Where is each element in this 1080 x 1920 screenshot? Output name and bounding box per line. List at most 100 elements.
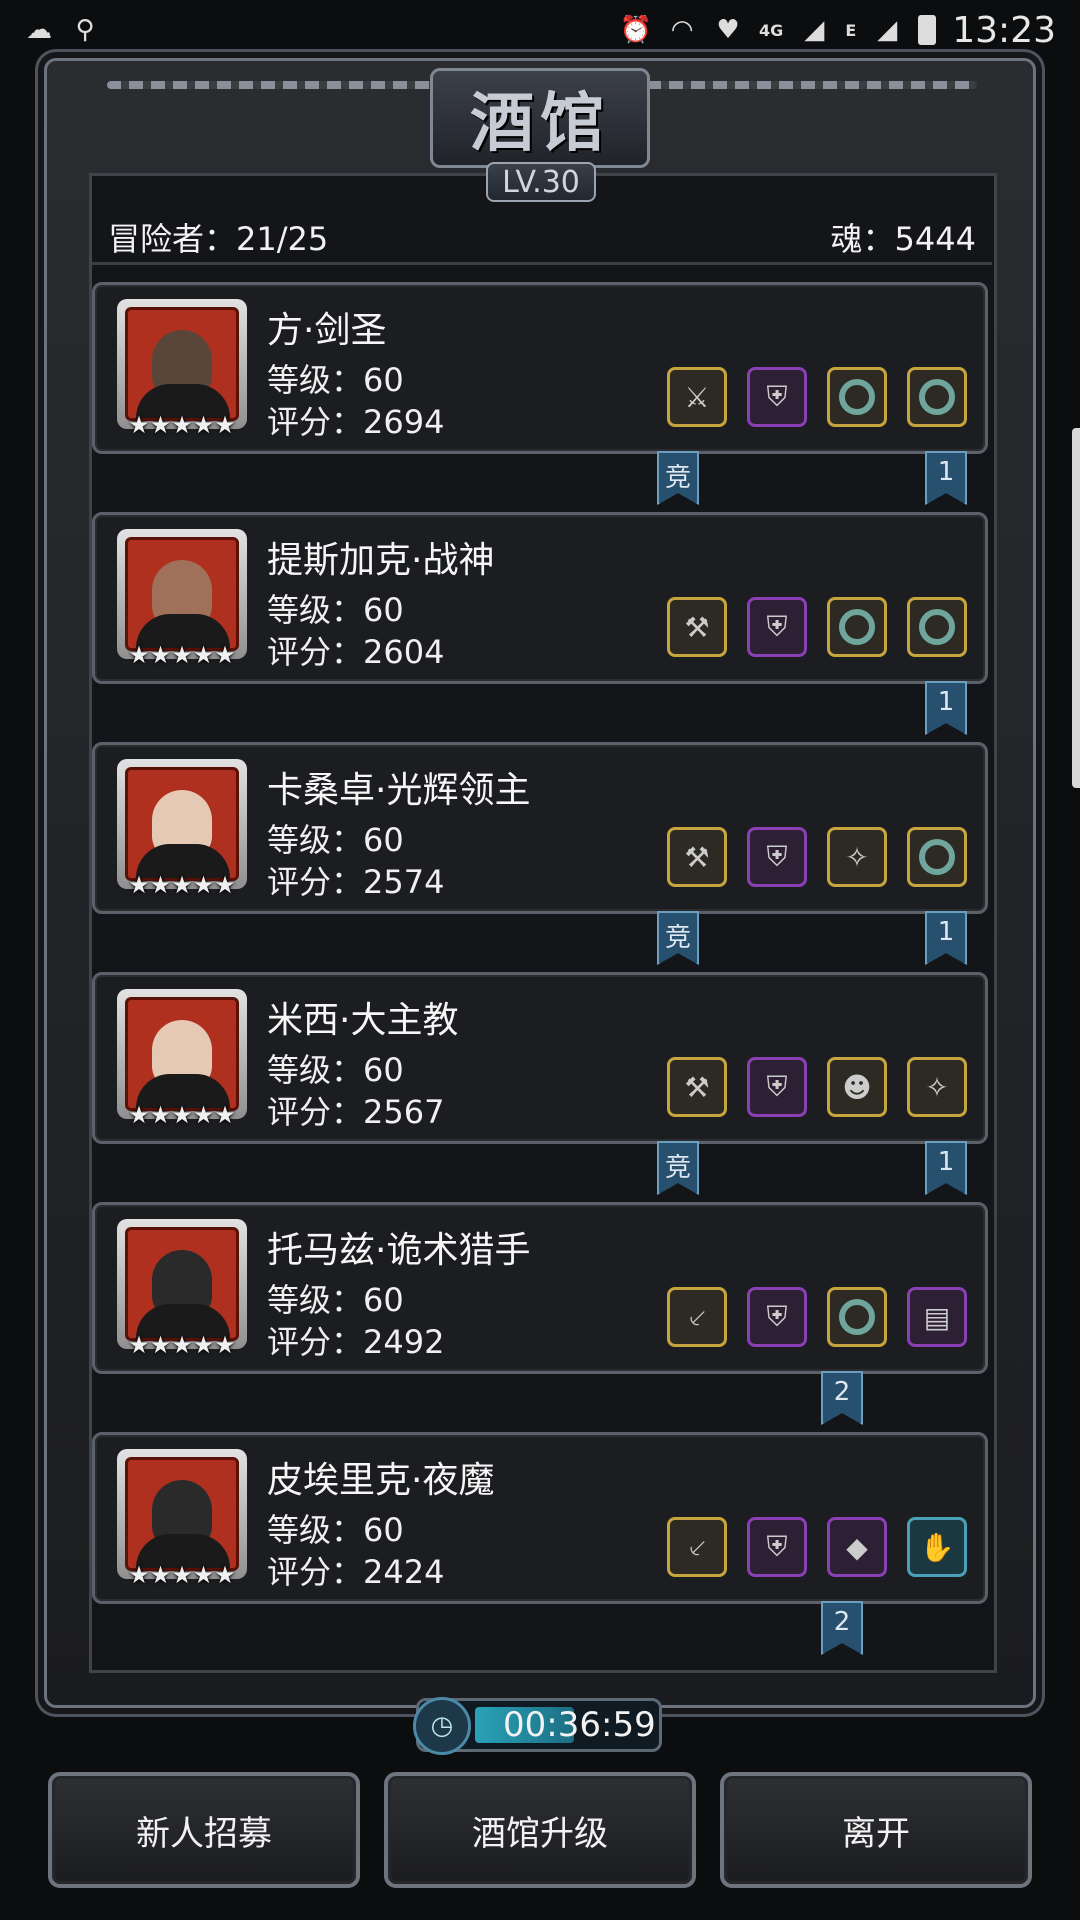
hero-card[interactable]: ★★★★★ 方·剑圣 等级：60 评分：2694 ⚔ ⛨ 竞 1 [92,282,988,505]
equipment-slot[interactable] [907,597,967,657]
hero-level: 等级：60 [267,591,404,629]
hero-card[interactable]: ★★★★★ 提斯加克·战神 等级：60 评分：2604 ⚒ ⛨ 1 [92,512,988,735]
hero-card[interactable]: ★★★★★ 卡桑卓·光辉领主 等级：60 评分：2574 ⚒ ⛨ ✧ 竞 1 [92,742,988,965]
walking-icon: ⚲ [75,15,95,45]
equipment-slot[interactable]: ☻ [827,1057,887,1117]
info-bar: 冒险者：21/25 魂：5444 [108,212,976,262]
signal-icon: ◢ [804,15,825,45]
network-4g-label: 4G [759,20,784,40]
hero-score: 评分：2492 [267,1323,445,1361]
hero-portrait[interactable] [117,759,247,889]
hero-level: 等级：60 [267,1051,404,1089]
equipment-slot[interactable]: ⚒ [667,1057,727,1117]
mask-icon: ☻ [842,1070,872,1104]
weather-icon: ☁ [26,15,52,45]
hero-card[interactable]: ★★★★★ 米西·大主教 等级：60 评分：2567 ⚒ ⛨ ☻ ✧ 竞 1 [92,972,988,1195]
hero-score: 评分：2574 [267,863,445,901]
armor-icon: ⛨ [766,1300,788,1333]
ring-icon [919,379,955,415]
axe-icon: ⚒ [684,610,710,644]
tavern-level-badge: LV.30 [486,162,596,202]
equipment-slot[interactable]: ⛨ [747,1517,807,1577]
hero-portrait[interactable] [117,989,247,1119]
hammer-icon: ⚒ [684,840,710,874]
equipment-slot[interactable]: ⚒ [667,827,727,887]
equipment-slot[interactable] [827,367,887,427]
armor-icon: ⛨ [766,1530,788,1563]
hero-name: 卡桑卓·光辉领主 [267,770,531,811]
portrait-frame [125,307,239,421]
hero-score: 评分：2604 [267,633,445,671]
wifi-icon: ◠ [670,15,694,45]
equipment-slot[interactable]: ⚒ [667,597,727,657]
dagger-icon: ⸔ [686,1301,708,1334]
chain-right [647,81,977,89]
hero-card[interactable]: ★★★★★ 皮埃里克·夜魔 等级：60 评分：2424 ⸔ ⛨ ◆ ✋ 2 [92,1432,988,1655]
equipment-slot[interactable]: ⛨ [747,827,807,887]
star-rating: ★★★★★ [128,871,236,899]
gauntlet-icon: ✋ [919,1530,955,1564]
soul-count: 魂：5444 [830,220,976,258]
equipment-slot[interactable]: ◆ [827,1517,887,1577]
scrollbar[interactable] [1072,428,1080,788]
hero-portrait[interactable] [117,1449,247,1579]
portrait-frame [125,1457,239,1571]
page-title: 酒馆 [470,86,610,161]
ring-icon [839,379,875,415]
portrait-frame [125,1227,239,1341]
hero-score: 评分：2424 [267,1553,445,1591]
hero-portrait[interactable] [117,529,247,659]
ring-icon [839,1299,875,1335]
equipment-slot[interactable] [907,827,967,887]
equipment-slot[interactable]: ⛨ [747,1057,807,1117]
hero-level: 等级：60 [267,361,404,399]
recruit-button[interactable]: 新人招募 [48,1772,360,1888]
equipment-slot[interactable]: ⸔ [667,1287,727,1347]
hero-card[interactable]: ★★★★★ 托马兹·诡术猎手 等级：60 评分：2492 ⸔ ⛨ ▤ 2 [92,1202,988,1425]
amulet-icon: ✧ [845,840,869,874]
alarm-icon: ⏰ [619,15,653,45]
equipment-slot[interactable]: ✧ [827,827,887,887]
equipment-slot[interactable]: ⛨ [747,367,807,427]
recruit-button-label: 新人招募 [136,1813,272,1854]
equipment-slot[interactable]: ⛨ [747,597,807,657]
dagger-icon: ⸔ [686,1531,708,1564]
upgrade-tavern-button[interactable]: 酒馆升级 [384,1772,696,1888]
chain-left [107,81,437,89]
equipment-slot[interactable]: ⚔ [667,367,727,427]
equipment-slot[interactable] [907,367,967,427]
star-rating: ★★★★★ [128,1331,236,1359]
equipment-slot[interactable]: ✧ [907,1057,967,1117]
armor-icon: ⛨ [766,1070,788,1103]
hero-name: 托马兹·诡术猎手 [267,1230,531,1271]
leave-button[interactable]: 离开 [720,1772,1032,1888]
equipment-slot[interactable] [827,1287,887,1347]
ring-icon [919,609,955,645]
hero-portrait[interactable] [117,299,247,429]
hero-name: 方·剑圣 [267,310,387,351]
ring-icon [919,839,955,875]
equipment-slot[interactable] [827,597,887,657]
status-bar: ☁ ⚲ ⏰ ◠ ♥ 4G ◢ E ◢ 13:23 [0,0,1080,60]
hero-portrait[interactable] [117,1219,247,1349]
equipment-slot[interactable]: ▤ [907,1287,967,1347]
scroll-icon: ▤ [923,1300,951,1334]
star-rating: ★★★★★ [128,411,236,439]
hero-score: 评分：2694 [267,403,445,441]
adventurer-count: 冒险者：21/25 [108,220,329,258]
signal-icon-2: ◢ [877,15,898,45]
armor-icon: ⛨ [766,840,788,873]
clock-icon: ◷ [413,1697,471,1755]
hero-level: 等级：60 [267,1281,404,1319]
star-rating: ★★★★★ [128,1101,236,1129]
hero-name: 提斯加克·战神 [267,540,495,581]
equipment-slot[interactable]: ⛨ [747,1287,807,1347]
sword-icon: ⚔ [684,380,710,414]
hero-name: 米西·大主教 [267,1000,459,1041]
hero-level: 等级：60 [267,821,404,859]
title-plate: 酒馆 [430,68,650,168]
equipment-slot[interactable]: ⸔ [667,1517,727,1577]
armor-icon: ⛨ [766,610,788,643]
status-time: 13:23 [952,9,1056,51]
equipment-slot[interactable]: ✋ [907,1517,967,1577]
